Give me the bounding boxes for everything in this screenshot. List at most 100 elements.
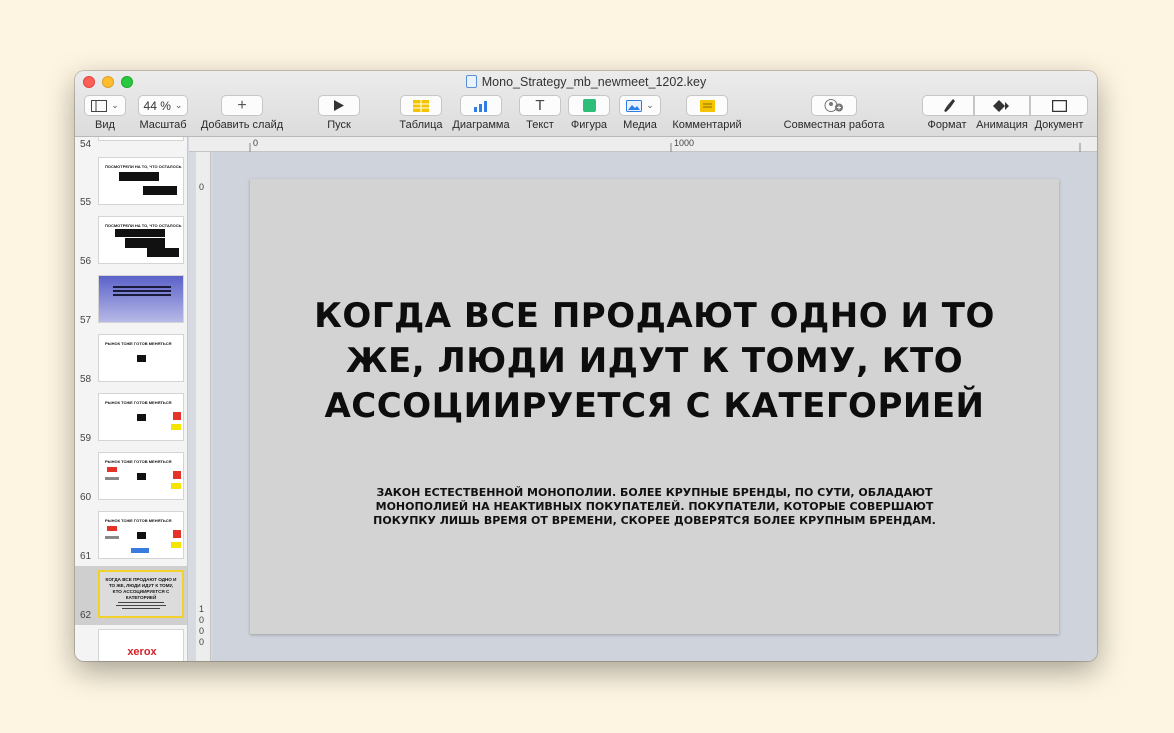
paintbrush-icon xyxy=(944,99,955,112)
document-control[interactable]: Документ xyxy=(1030,95,1088,131)
thumbnail-logo-text: xerox xyxy=(127,646,157,658)
slide-number: 57 xyxy=(80,315,92,326)
plus-icon: + xyxy=(237,96,247,114)
text-button[interactable]: T xyxy=(519,95,561,116)
slide-thumbnail[interactable]: xerox xyxy=(98,629,184,661)
zoom-label: Масштаб xyxy=(139,119,187,131)
slide-thumbnail[interactable]: ПОСМОТРЕЛИ НА ТО, ЧТО ОСТАЛОСЬ xyxy=(98,216,184,264)
collaborate-button[interactable] xyxy=(811,95,857,116)
keynote-window: Mono_Strategy_mb_newmeet_1202.key ⌄ Вид … xyxy=(75,71,1097,661)
collaborate-label: Совместная работа xyxy=(783,119,885,131)
slide-title[interactable]: КОГДА ВСЕ ПРОДАЮТ ОДНО И ТО ЖЕ, ЛЮДИ ИДУ… xyxy=(250,294,1059,429)
slide-row-63[interactable]: xerox xyxy=(75,625,187,661)
slide-number: 54 xyxy=(80,139,92,150)
slide-thumbnail[interactable] xyxy=(98,137,184,141)
chart-button[interactable] xyxy=(460,95,502,116)
thumbnail-line xyxy=(122,608,160,609)
table-button[interactable] xyxy=(400,95,442,116)
chart-control[interactable]: Диаграмма xyxy=(450,95,512,131)
thumbnail-box xyxy=(119,172,159,181)
zoom-control[interactable]: 44 % ⌄ Масштаб xyxy=(137,95,189,131)
slide-thumbnail[interactable] xyxy=(98,275,184,323)
thumbnail-logo xyxy=(173,530,181,538)
view-control[interactable]: ⌄ Вид xyxy=(83,95,127,131)
slide-row-55[interactable]: 55 ПОСМОТРЕЛИ НА ТО, ЧТО ОСТАЛОСЬ xyxy=(75,153,187,212)
slide-row-61[interactable]: 61 РЫНОК ТОЖЕ ГОТОВ МЕНЯТЬСЯ xyxy=(75,507,187,566)
vertical-ruler[interactable]: 0 1000 xyxy=(196,152,211,661)
play-button[interactable] xyxy=(318,95,360,116)
text-icon: T xyxy=(535,97,545,114)
format-control[interactable]: Формат xyxy=(922,95,974,131)
document-button[interactable] xyxy=(1030,95,1088,116)
slide-row-57[interactable]: 57 xyxy=(75,271,187,330)
thumbnail-line xyxy=(118,602,164,603)
slide-row-60[interactable]: 60 РЫНОК ТОЖЕ ГОТОВ МЕНЯТЬСЯ xyxy=(75,448,187,507)
slide-row-54[interactable]: 54 xyxy=(75,137,187,153)
table-control[interactable]: Таблица xyxy=(398,95,444,131)
thumbnail-logo xyxy=(105,477,119,480)
thumbnail-title: РЫНОК ТОЖЕ ГОТОВ МЕНЯТЬСЯ xyxy=(105,400,172,405)
comment-control[interactable]: Комментарий xyxy=(669,95,745,131)
comment-button[interactable] xyxy=(686,95,728,116)
slide-navigator[interactable]: 54 55 ПОСМОТРЕЛИ НА ТО, ЧТО ОСТАЛОСЬ 56 … xyxy=(75,137,188,661)
slide-number: 56 xyxy=(80,256,92,267)
ruler-ticks xyxy=(249,143,1081,152)
collaborate-control[interactable]: Совместная работа xyxy=(781,95,887,131)
thumbnail-logo xyxy=(107,467,117,472)
toolbar: Mono_Strategy_mb_newmeet_1202.key ⌄ Вид … xyxy=(75,71,1097,137)
slide-thumbnail[interactable]: ПОСМОТРЕЛИ НА ТО, ЧТО ОСТАЛОСЬ xyxy=(98,157,184,205)
slide-row-58[interactable]: 58 РЫНОК ТОЖЕ ГОТОВ МЕНЯТЬСЯ xyxy=(75,330,187,389)
view-button[interactable]: ⌄ xyxy=(84,95,126,116)
zoom-select[interactable]: 44 % ⌄ xyxy=(138,95,188,116)
thumbnail-title: ПОСМОТРЕЛИ НА ТО, ЧТО ОСТАЛОСЬ xyxy=(105,223,182,228)
current-slide[interactable]: КОГДА ВСЕ ПРОДАЮТ ОДНО И ТО ЖЕ, ЛЮДИ ИДУ… xyxy=(250,179,1059,634)
animate-label: Анимация xyxy=(976,119,1028,131)
shape-control[interactable]: Фигура xyxy=(568,95,610,131)
ruler-label: 0 xyxy=(199,182,205,192)
table-label: Таблица xyxy=(399,119,443,131)
text-control[interactable]: T Текст xyxy=(519,95,561,131)
slide-row-59[interactable]: 59 РЫНОК ТОЖЕ ГОТОВ МЕНЯТЬСЯ xyxy=(75,389,187,448)
thumbnail-logo xyxy=(173,471,181,479)
media-button[interactable]: ⌄ xyxy=(619,95,661,116)
slide-body-text[interactable]: ЗАКОН ЕСТЕСТВЕННОЙ МОНОПОЛИИ. БОЛЕЕ КРУП… xyxy=(250,486,1059,528)
text-label: Текст xyxy=(526,119,554,131)
thumbnail-title: РЫНОК ТОЖЕ ГОТОВ МЕНЯТЬСЯ xyxy=(105,518,172,523)
add-slide-button[interactable]: + xyxy=(221,95,263,116)
slide-row-62-selected[interactable]: 62 КОГДА ВСЕ ПРОДАЮТ ОДНО И ТО ЖЕ, ЛЮДИ … xyxy=(75,566,187,625)
shape-button[interactable] xyxy=(568,95,610,116)
thumbnail-box xyxy=(137,473,146,480)
thumbnail-logo xyxy=(171,424,181,430)
play-control[interactable]: Пуск xyxy=(318,95,360,131)
thumbnail-title: РЫНОК ТОЖЕ ГОТОВ МЕНЯТЬСЯ xyxy=(105,459,172,464)
chevron-down-icon: ⌄ xyxy=(111,100,119,110)
slide-thumbnail[interactable]: РЫНОК ТОЖЕ ГОТОВ МЕНЯТЬСЯ xyxy=(98,452,184,500)
slide-thumbnail[interactable]: РЫНОК ТОЖЕ ГОТОВ МЕНЯТЬСЯ xyxy=(98,511,184,559)
thumbnail-box xyxy=(137,355,146,362)
slide-thumbnail[interactable]: РЫНОК ТОЖЕ ГОТОВ МЕНЯТЬСЯ xyxy=(98,393,184,441)
media-control[interactable]: ⌄ Медиа xyxy=(618,95,662,131)
slide-number: 60 xyxy=(80,492,92,503)
bar-chart-icon xyxy=(474,100,487,112)
photo-icon xyxy=(626,99,643,112)
thumbnail-logo xyxy=(171,483,181,489)
slide-canvas[interactable]: КОГДА ВСЕ ПРОДАЮТ ОДНО И ТО ЖЕ, ЛЮДИ ИДУ… xyxy=(212,152,1097,661)
animate-button[interactable] xyxy=(974,95,1030,116)
animate-icon xyxy=(993,99,1009,112)
ruler-label: 0 xyxy=(253,138,259,148)
slide-row-56[interactable]: 56 ПОСМОТРЕЛИ НА ТО, ЧТО ОСТАЛОСЬ xyxy=(75,212,187,271)
horizontal-ruler[interactable]: 0 1000 xyxy=(189,137,1097,152)
slide-thumbnail[interactable]: РЫНОК ТОЖЕ ГОТОВ МЕНЯТЬСЯ xyxy=(98,334,184,382)
animate-control[interactable]: Анимация xyxy=(974,95,1030,131)
thumbnail-logo xyxy=(107,526,117,531)
add-slide-control[interactable]: + Добавить слайд xyxy=(199,95,285,131)
ruler-label: 1000 xyxy=(199,604,205,647)
comment-icon xyxy=(699,99,715,112)
thumbnail-line xyxy=(113,290,171,292)
slide-thumbnail[interactable]: КОГДА ВСЕ ПРОДАЮТ ОДНО И ТО ЖЕ, ЛЮДИ ИДУ… xyxy=(98,570,184,618)
play-icon xyxy=(334,100,344,111)
format-button[interactable] xyxy=(922,95,974,116)
slide-number: 62 xyxy=(80,610,92,621)
shape-icon xyxy=(582,99,596,112)
play-label: Пуск xyxy=(327,119,351,131)
